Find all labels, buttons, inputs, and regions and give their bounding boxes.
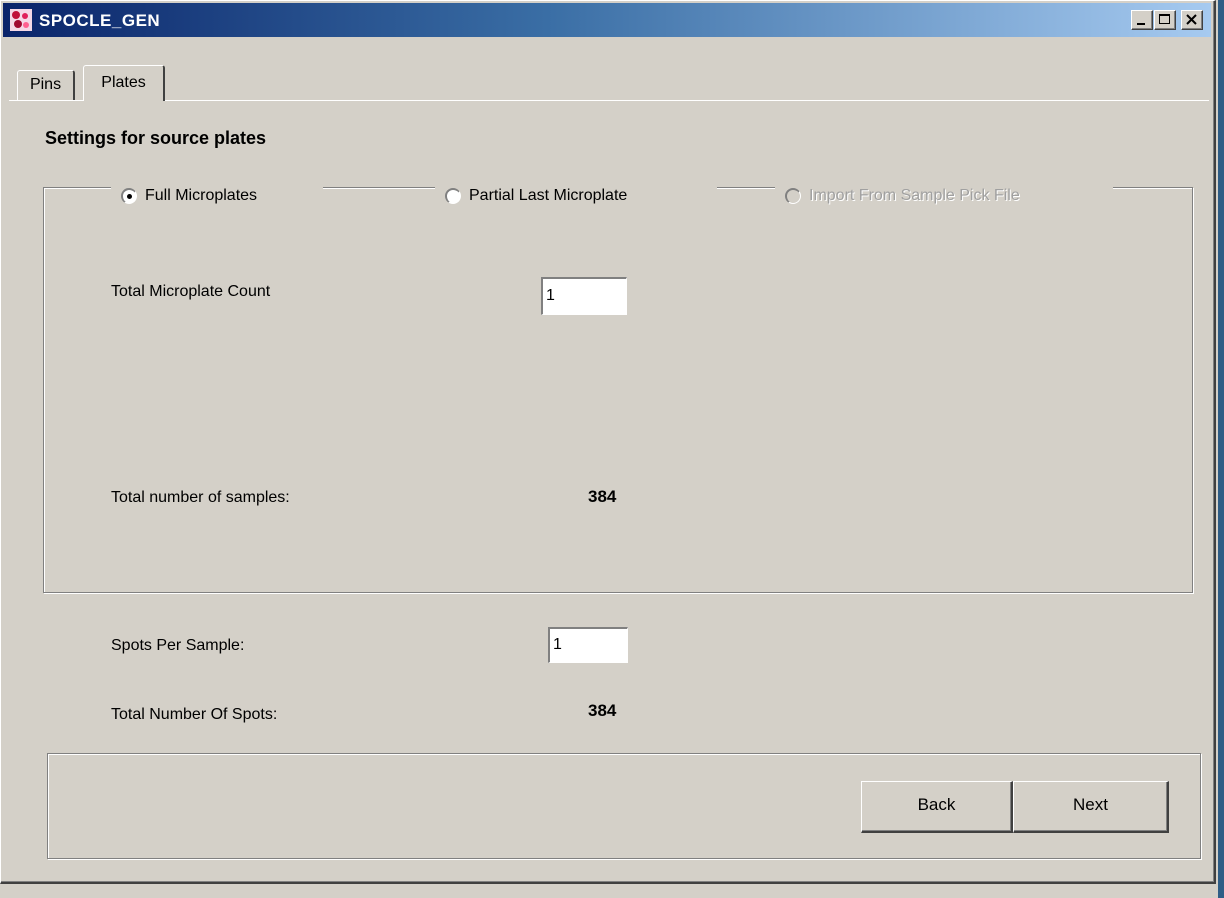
radio-full-microplates[interactable]: Full Microplates bbox=[111, 185, 323, 209]
back-button[interactable]: Back bbox=[861, 781, 1013, 833]
microplate-count-field[interactable]: 1 bbox=[541, 277, 627, 315]
radio-label: Full Microplates bbox=[145, 187, 258, 204]
total-spots-label: Total Number Of Spots: bbox=[111, 706, 278, 723]
radio-label: Import From Sample Pick File bbox=[809, 187, 1020, 204]
section-heading: Settings for source plates bbox=[45, 128, 267, 148]
source-plate-group bbox=[43, 187, 1193, 593]
title-bar[interactable]: SPOCLE_GEN bbox=[3, 3, 1211, 37]
tab-strip-divider bbox=[9, 100, 1209, 101]
total-spots-value: 384 bbox=[588, 701, 617, 720]
minimize-button[interactable] bbox=[1131, 10, 1153, 30]
window-title: SPOCLE_GEN bbox=[39, 11, 161, 30]
radio-label: Partial Last Microplate bbox=[469, 187, 628, 204]
spots-per-sample-label: Spots Per Sample: bbox=[111, 637, 245, 654]
total-samples-value: 384 bbox=[588, 487, 617, 506]
microplate-count-label: Total Microplate Count bbox=[111, 283, 271, 300]
total-samples-label: Total number of samples: bbox=[111, 489, 290, 506]
application-window: SPOCLE_GEN Pins Plates Settings for sour… bbox=[0, 0, 1216, 884]
app-logo-icon bbox=[9, 8, 33, 32]
maximize-icon bbox=[1159, 14, 1170, 24]
radio-selected-icon bbox=[121, 188, 137, 204]
radio-disabled-icon bbox=[785, 188, 801, 204]
radio-import-sample-pick-file: Import From Sample Pick File bbox=[775, 185, 1113, 209]
desktop-background bbox=[1218, 0, 1224, 898]
next-button[interactable]: Next bbox=[1013, 781, 1169, 833]
close-icon bbox=[1186, 14, 1197, 25]
close-button[interactable] bbox=[1181, 10, 1203, 30]
radio-unselected-icon bbox=[445, 188, 461, 204]
tab-plates[interactable]: Plates bbox=[83, 65, 165, 101]
radio-partial-last-microplate[interactable]: Partial Last Microplate bbox=[435, 185, 717, 209]
tab-pins[interactable]: Pins bbox=[17, 70, 75, 100]
minimize-icon bbox=[1137, 23, 1145, 25]
spots-per-sample-field[interactable]: 1 bbox=[548, 627, 628, 663]
maximize-button[interactable] bbox=[1154, 10, 1176, 30]
